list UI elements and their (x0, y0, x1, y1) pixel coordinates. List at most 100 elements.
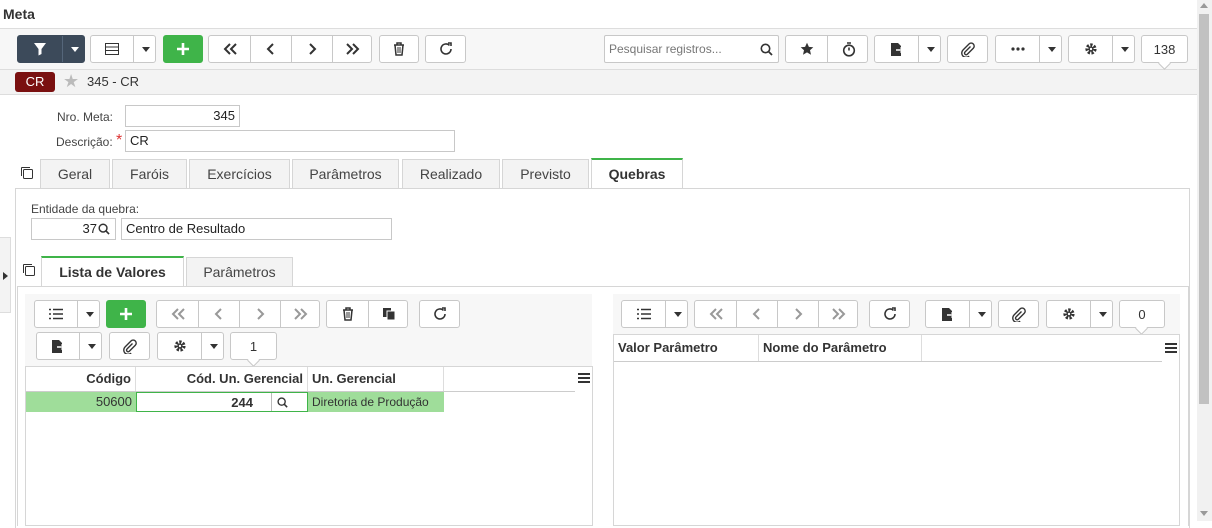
right-previous-icon[interactable] (736, 301, 777, 327)
right-next-icon[interactable] (777, 301, 818, 327)
main-toolbar: 138 (0, 29, 1197, 70)
copy-tabs-icon[interactable] (20, 166, 34, 180)
right-view-dropdown-toggle[interactable] (665, 301, 689, 327)
favorite-star-icon[interactable]: ★ (63, 71, 79, 91)
right-first-icon[interactable] (695, 301, 736, 327)
right-navigation (694, 300, 858, 328)
column-header-cod-un-gerencial[interactable]: Cód. Un. Gerencial (136, 367, 308, 391)
left-first-icon[interactable] (157, 301, 198, 327)
filter-button[interactable] (17, 35, 85, 63)
tab-quebras[interactable]: Quebras (591, 158, 683, 188)
right-view-mode-button[interactable] (621, 300, 688, 328)
nro-meta-field[interactable]: 345 (125, 105, 240, 127)
left-last-icon[interactable] (280, 301, 321, 327)
filter-icon[interactable] (18, 36, 62, 62)
previous-record-icon[interactable] (250, 36, 291, 62)
right-attachment-button[interactable] (998, 300, 1039, 328)
filter-dropdown-toggle[interactable] (62, 36, 86, 62)
scroll-up-icon[interactable] (1200, 3, 1208, 8)
left-trash-icon[interactable] (327, 301, 368, 327)
column-header-valor-parametro[interactable]: Valor Parâmetro (614, 335, 759, 361)
scroll-down-icon[interactable] (1200, 511, 1208, 516)
left-add-button[interactable] (106, 300, 146, 328)
star-icon[interactable] (786, 36, 827, 62)
column-header-nome-parametro[interactable]: Nome do Parâmetro (759, 335, 922, 361)
next-record-icon[interactable] (291, 36, 332, 62)
tab-geral[interactable]: Geral (40, 159, 110, 188)
left-previous-icon[interactable] (198, 301, 239, 327)
window-title-bar: Meta (0, 0, 1197, 29)
last-record-icon[interactable] (332, 36, 373, 62)
column-header-codigo[interactable]: Código (26, 367, 136, 391)
left-view-mode-button[interactable] (34, 300, 100, 328)
scroll-thumb[interactable] (1199, 14, 1209, 404)
gear-icon[interactable] (1069, 36, 1112, 62)
tab-realizado[interactable]: Realizado (402, 159, 500, 188)
page-scrollbar[interactable] (1197, 0, 1212, 521)
left-settings-dropdown-toggle[interactable] (201, 333, 225, 359)
right-export-button[interactable] (925, 300, 992, 328)
search-box[interactable] (604, 35, 779, 63)
paperclip-icon (1012, 306, 1026, 322)
left-attachment-button[interactable] (109, 332, 150, 360)
copy-subtabs-icon[interactable] (22, 263, 36, 277)
column-header-un-gerencial[interactable]: Un. Gerencial (308, 367, 444, 391)
grid-view-icon[interactable] (91, 36, 133, 62)
refresh-button[interactable] (425, 35, 466, 63)
tab-exercicios[interactable]: Exercícios (189, 159, 290, 188)
attachment-button[interactable] (947, 35, 988, 63)
subtab-lista-de-valores[interactable]: Lista de Valores (41, 256, 184, 286)
cell-cod-un-editor[interactable]: 244 (136, 392, 308, 412)
right-export-dropdown-toggle[interactable] (969, 301, 993, 327)
gear-icon[interactable] (1047, 301, 1090, 327)
grid-column-menu-icon[interactable] (578, 373, 590, 383)
export-file-icon[interactable] (37, 333, 79, 359)
cod-un-lookup-icon[interactable] (277, 397, 288, 408)
ellipsis-icon[interactable] (996, 36, 1039, 62)
left-navigation (156, 300, 320, 328)
stopwatch-icon[interactable] (827, 36, 869, 62)
right-refresh-button[interactable] (869, 300, 910, 328)
entidade-lookup-icon[interactable] (98, 223, 110, 235)
parametros-grid: Valor Parâmetro Nome do Parâmetro (613, 334, 1180, 526)
entidade-quebra-label: Entidade da quebra: (31, 202, 140, 216)
subtab-parametros[interactable]: Parâmetros (186, 257, 293, 286)
add-record-button[interactable] (163, 35, 203, 63)
left-export-dropdown-toggle[interactable] (79, 333, 103, 359)
left-next-icon[interactable] (239, 301, 280, 327)
left-view-dropdown-toggle[interactable] (77, 301, 101, 327)
left-settings-button[interactable] (157, 332, 224, 360)
tab-farois[interactable]: Faróis (112, 159, 187, 188)
left-export-button[interactable] (36, 332, 102, 360)
search-input[interactable] (605, 36, 755, 62)
left-duplicate-icon[interactable] (368, 301, 409, 327)
tab-previsto[interactable]: Previsto (502, 159, 589, 188)
grid-column-menu-icon[interactable] (1165, 343, 1177, 353)
cod-un-input[interactable]: 244 (137, 393, 257, 411)
settings-dropdown-toggle[interactable] (1112, 36, 1136, 62)
delete-record-button[interactable] (379, 35, 419, 63)
view-mode-dropdown-toggle[interactable] (133, 36, 157, 62)
right-last-icon[interactable] (818, 301, 859, 327)
export-file-icon[interactable] (875, 36, 918, 62)
export-button[interactable] (874, 35, 941, 63)
table-row[interactable]: 50600 244 Diretoria de Produção (26, 392, 444, 412)
right-settings-button[interactable] (1046, 300, 1113, 328)
view-mode-button[interactable] (90, 35, 156, 63)
list-icon[interactable] (622, 301, 665, 327)
first-record-icon[interactable] (209, 36, 250, 62)
gear-icon[interactable] (158, 333, 201, 359)
export-file-icon[interactable] (926, 301, 969, 327)
left-refresh-button[interactable] (419, 300, 460, 328)
settings-button[interactable] (1068, 35, 1135, 63)
right-record-count: 0 (1119, 300, 1165, 328)
side-panel-handle[interactable] (0, 237, 11, 313)
right-settings-dropdown-toggle[interactable] (1090, 301, 1114, 327)
export-dropdown-toggle[interactable] (918, 36, 942, 62)
descricao-field[interactable]: CR (125, 130, 455, 152)
more-actions-dropdown-toggle[interactable] (1039, 36, 1063, 62)
tab-parametros[interactable]: Parâmetros (292, 159, 399, 188)
list-icon[interactable] (35, 301, 77, 327)
record-count-badge: 138 (1141, 35, 1188, 63)
more-actions-button[interactable] (995, 35, 1062, 63)
